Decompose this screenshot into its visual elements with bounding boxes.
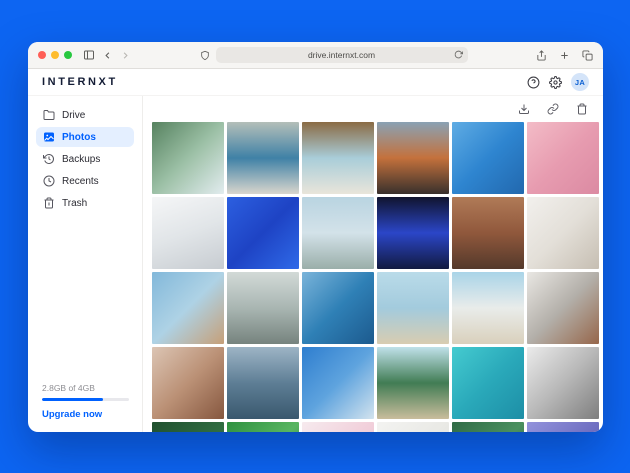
- photo-thumbnail-canyon-hiker[interactable]: [452, 197, 524, 269]
- photo-thumbnail-loft-living-room[interactable]: [527, 272, 599, 344]
- browser-toolbar: drive.internxt.com: [28, 42, 603, 69]
- photo-thumbnail-white-building[interactable]: [152, 197, 224, 269]
- sidebar-item-label: Photos: [62, 132, 96, 143]
- internxt-logo: INTERNXT: [42, 76, 118, 88]
- folder-icon: [43, 109, 55, 121]
- refresh-icon[interactable]: [454, 50, 463, 61]
- photo-thumbnail-sunset-mountain-ridge[interactable]: [377, 122, 449, 194]
- photo-thumbnail-dark-leaves[interactable]: [152, 422, 224, 432]
- sidebar-item-label: Recents: [62, 176, 99, 187]
- browser-window: drive.internxt.com INTERNXT: [28, 42, 603, 432]
- sidebar-item-trash[interactable]: Trash: [36, 193, 134, 213]
- photo-thumbnail-hiker-mountain-lake[interactable]: [227, 272, 299, 344]
- photo-thumbnail-opera-house-clouds[interactable]: [302, 197, 374, 269]
- photo-thumbnail-woman-by-sea[interactable]: [152, 272, 224, 344]
- upgrade-now-link[interactable]: Upgrade now: [42, 409, 129, 420]
- photo-thumbnail-blue-paint-abstract[interactable]: [227, 197, 299, 269]
- window-controls: [38, 51, 72, 59]
- sidebar-item-label: Drive: [62, 110, 85, 121]
- settings-gear-icon[interactable]: [549, 76, 562, 89]
- photo-thumbnail-beach-hut-sea-view[interactable]: [302, 122, 374, 194]
- storage-progress-bar: [42, 398, 129, 401]
- photo-grid: [143, 122, 603, 432]
- photo-thumbnail-blue-building-sky[interactable]: [302, 347, 374, 419]
- photo-thumbnail-purple-portrait[interactable]: [527, 422, 599, 432]
- photo-thumbnail-pink-petals[interactable]: [302, 422, 374, 432]
- photo-thumbnail-beach-chairs[interactable]: [377, 272, 449, 344]
- storage-widget: 2.8GB of 4GB Upgrade now: [42, 383, 129, 420]
- photo-thumbnail-cliff-diver-sea[interactable]: [227, 122, 299, 194]
- photo-thumbnail-white-plant-minimal[interactable]: [377, 422, 449, 432]
- avatar[interactable]: JA: [571, 73, 589, 91]
- trash-icon: [43, 197, 55, 209]
- sidebar-item-label: Trash: [62, 198, 87, 209]
- sidebar-item-backups[interactable]: Backups: [36, 149, 134, 169]
- minimize-window-button[interactable]: [51, 51, 59, 59]
- delete-icon[interactable]: [576, 103, 588, 115]
- photo-thumbnail-monstera-leaves[interactable]: [452, 422, 524, 432]
- photo-thumbnail-person-with-cat[interactable]: [152, 347, 224, 419]
- tab-overview-icon[interactable]: [582, 50, 593, 61]
- browser-actions: [536, 50, 593, 61]
- photo-thumbnail-mountain-lake-reflection[interactable]: [227, 347, 299, 419]
- share-link-icon[interactable]: [547, 103, 559, 115]
- sidebar-item-drive[interactable]: Drive: [36, 105, 134, 125]
- desktop-background: { "colors": { "accent": "#0061fe", "back…: [0, 0, 630, 473]
- photos-icon: [43, 131, 55, 143]
- help-icon[interactable]: [527, 76, 540, 89]
- sidebar-toggle-icon[interactable]: [83, 49, 95, 61]
- photo-thumbnail-palm-beach-lounger[interactable]: [377, 347, 449, 419]
- sidebar-item-label: Backups: [62, 154, 100, 165]
- address-area: drive.internxt.com: [138, 47, 529, 63]
- photo-thumbnail-deck-chairs-shore[interactable]: [452, 272, 524, 344]
- photo-thumbnail-blue-glacier-aerial[interactable]: [302, 272, 374, 344]
- sidebar-item-recents[interactable]: Recents: [36, 171, 134, 191]
- forward-icon[interactable]: [120, 50, 131, 61]
- photo-thumbnail-turquoise-snorkeler[interactable]: [452, 347, 524, 419]
- address-bar[interactable]: drive.internxt.com: [216, 47, 468, 63]
- close-window-button[interactable]: [38, 51, 46, 59]
- photo-thumbnail-ferris-wheel-sky[interactable]: [452, 122, 524, 194]
- new-tab-icon[interactable]: [559, 50, 570, 61]
- history-icon: [43, 153, 55, 165]
- photo-thumbnail-studio-interior[interactable]: [527, 197, 599, 269]
- zoom-window-button[interactable]: [64, 51, 72, 59]
- share-icon[interactable]: [536, 50, 547, 61]
- storage-usage-label: 2.8GB of 4GB: [42, 383, 129, 393]
- photos-toolbar: [143, 96, 603, 122]
- photo-thumbnail-blue-jellyfish[interactable]: [377, 197, 449, 269]
- clock-icon: [43, 175, 55, 187]
- storage-progress-fill: [42, 398, 103, 401]
- sidebar: Drive Photos Backups Recents: [28, 96, 143, 432]
- sidebar-item-photos[interactable]: Photos: [36, 127, 134, 147]
- app-body: Drive Photos Backups Recents: [28, 96, 603, 432]
- photo-thumbnail-green-leaf-closeup[interactable]: [227, 422, 299, 432]
- photo-thumbnail-palm-trees-beach[interactable]: [152, 122, 224, 194]
- shield-icon[interactable]: [200, 50, 210, 61]
- photo-thumbnail-pink-roses[interactable]: [527, 122, 599, 194]
- url-text: drive.internxt.com: [308, 50, 375, 60]
- photos-content: [143, 96, 603, 432]
- photo-thumbnail-shadow-facade[interactable]: [527, 347, 599, 419]
- back-icon[interactable]: [102, 50, 113, 61]
- app-header: INTERNXT JA: [28, 69, 603, 96]
- download-icon[interactable]: [518, 103, 530, 115]
